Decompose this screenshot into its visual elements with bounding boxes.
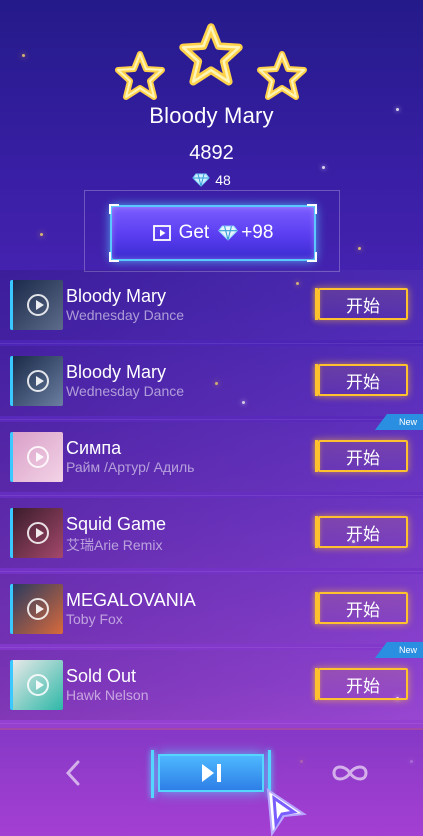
song-artist: 艾瑞Arie Remix — [66, 537, 163, 553]
song-artist: Wednesday Dance — [66, 383, 185, 399]
start-button[interactable]: 开始 — [315, 288, 408, 320]
get-button-bonus: +98 — [241, 222, 274, 243]
result-score: 4892 — [189, 142, 234, 164]
diamond-icon — [192, 173, 210, 187]
song-artist: Райм /Артур/ Адиль — [66, 459, 195, 475]
get-button-label: Get — [178, 222, 210, 243]
bottom-nav — [0, 728, 423, 836]
start-button-label: 开始 — [346, 372, 380, 392]
song-artist: Toby Fox — [66, 611, 123, 627]
result-song-title: Bloody Mary — [149, 103, 274, 128]
start-button-label: 开始 — [346, 448, 380, 468]
song-row[interactable]: Симпа Райм /Артур/ Адиль 开始 New — [0, 414, 423, 496]
song-cover-thumbnail — [10, 432, 63, 482]
gem-count: 48 — [0, 172, 423, 188]
song-row[interactable]: Sold Out Hawk Nelson 开始 New — [0, 642, 423, 724]
song-artist: Wednesday Dance — [66, 307, 185, 323]
new-badge: New — [375, 642, 423, 658]
loop-button[interactable] — [326, 758, 374, 788]
song-row[interactable]: MEGALOVANIA Toby Fox 开始 — [0, 574, 423, 648]
play-preview-icon — [27, 674, 49, 696]
start-button[interactable]: 开始 — [315, 440, 408, 472]
start-button-label: 开始 — [346, 296, 380, 316]
play-preview-icon — [27, 294, 49, 316]
rating-stars — [0, 22, 423, 102]
infinity-loop-icon — [332, 765, 368, 781]
play-preview-icon — [27, 370, 49, 392]
gem-count-value: 48 — [215, 172, 231, 188]
song-title: Симпа — [66, 438, 122, 458]
play-preview-icon — [27, 446, 49, 468]
start-button-label: 开始 — [346, 676, 380, 696]
song-cover-thumbnail — [10, 584, 63, 634]
play-preview-icon — [27, 522, 49, 544]
back-button[interactable] — [58, 758, 88, 788]
start-button-label: 开始 — [346, 600, 380, 620]
start-button-label: 开始 — [346, 524, 380, 544]
start-button[interactable]: 开始 — [315, 364, 408, 396]
start-button[interactable]: 开始 — [315, 516, 408, 548]
star-icon — [179, 23, 243, 86]
start-button[interactable]: 开始 — [315, 592, 408, 624]
start-button[interactable]: 开始 — [315, 668, 408, 700]
star-icon — [257, 51, 307, 100]
song-cover-thumbnail — [10, 280, 63, 330]
song-title: Bloody Mary — [66, 286, 167, 306]
song-row[interactable]: Bloody Mary Wednesday Dance 开始 — [0, 346, 423, 420]
song-row[interactable]: Squid Game 艾瑞Arie Remix 开始 — [0, 498, 423, 572]
video-ad-icon — [152, 225, 171, 241]
play-next-icon — [202, 764, 221, 782]
song-cover-thumbnail — [10, 508, 63, 558]
song-artist: Hawk Nelson — [66, 687, 149, 703]
song-cover-thumbnail — [10, 356, 63, 406]
diamond-icon — [218, 225, 239, 241]
play-preview-icon — [27, 598, 49, 620]
play-next-button[interactable] — [151, 750, 271, 798]
get-reward-button[interactable]: Get +98 — [109, 204, 317, 262]
pointer-cursor-icon — [266, 788, 307, 836]
star-icon — [115, 51, 165, 100]
song-title: MEGALOVANIA — [66, 590, 196, 610]
song-row[interactable]: Bloody Mary Wednesday Dance 开始 — [0, 270, 423, 344]
song-title: Squid Game — [66, 514, 167, 534]
song-cover-thumbnail — [10, 660, 63, 710]
song-title: Bloody Mary — [66, 362, 167, 382]
chevron-left-icon — [65, 760, 80, 786]
new-badge: New — [375, 414, 423, 430]
song-title: Sold Out — [66, 666, 137, 686]
